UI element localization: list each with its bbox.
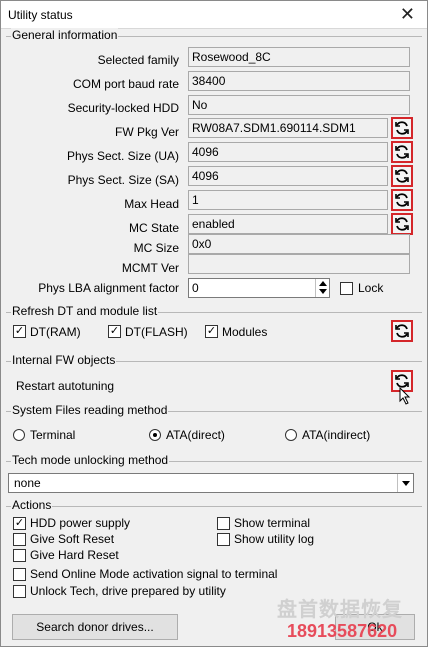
max-head-refresh-button[interactable] <box>391 189 413 211</box>
fw-pkg-label: FW Pkg Ver <box>114 125 179 139</box>
soft-reset-checkbox[interactable] <box>13 533 26 546</box>
actions-title: Actions <box>11 498 53 512</box>
phys-sect-sa-field: 4096 <box>188 166 388 186</box>
phys-sect-ua-refresh-button[interactable] <box>391 141 413 163</box>
restart-autotuning-label: Restart autotuning <box>16 379 115 393</box>
mc-size-label: MC Size <box>133 241 179 255</box>
refresh-icon <box>395 217 409 231</box>
online-mode-label: Send Online Mode activation signal to te… <box>30 567 278 581</box>
unlock-tech-label: Unlock Tech, drive prepared by utility <box>30 584 226 598</box>
dt-flash-label: DT(FLASH) <box>125 325 188 339</box>
arrow-up-icon[interactable] <box>319 281 327 286</box>
close-icon[interactable]: ✕ <box>400 5 415 23</box>
show-terminal-label: Show terminal <box>234 516 311 530</box>
hdd-power-checkbox[interactable]: ✓ <box>13 517 26 530</box>
modules-checkbox[interactable]: ✓ <box>205 325 218 338</box>
tech-mode-title: Tech mode unlocking method <box>11 453 170 467</box>
dt-flash-checkbox[interactable]: ✓ <box>108 325 121 338</box>
refresh-icon <box>395 324 409 338</box>
ata-indirect-radio[interactable] <box>285 429 297 441</box>
security-locked-field: No <box>188 95 410 115</box>
ata-direct-label: ATA(direct) <box>166 428 225 442</box>
show-log-checkbox[interactable] <box>217 533 230 546</box>
hard-reset-checkbox[interactable] <box>13 549 26 562</box>
mc-state-field: enabled <box>188 214 388 234</box>
search-donor-button[interactable]: Search donor drives... <box>12 614 178 640</box>
tech-mode-select[interactable]: none <box>8 473 414 493</box>
terminal-radio[interactable] <box>13 429 25 441</box>
phys-sect-ua-field: 4096 <box>188 142 388 162</box>
lba-align-label: Phys LBA alignment factor <box>38 281 179 295</box>
max-head-label: Max Head <box>124 197 179 211</box>
selected-family-field: Rosewood_8C <box>188 47 410 67</box>
refresh-icon <box>395 145 409 159</box>
utility-status-window: Utility status ✕ General information Sel… <box>0 0 428 647</box>
ata-indirect-label: ATA(indirect) <box>302 428 371 442</box>
dt-ram-label: DT(RAM) <box>30 325 81 339</box>
refresh-icon <box>395 121 409 135</box>
unlock-tech-checkbox[interactable] <box>13 585 26 598</box>
soft-reset-label: Give Soft Reset <box>30 532 115 546</box>
refresh-icon <box>395 193 409 207</box>
phys-sect-sa-label: Phys Sect. Size (SA) <box>67 173 179 187</box>
window-title: Utility status <box>8 8 73 22</box>
hdd-power-label: HDD power supply <box>30 516 131 530</box>
spinner-arrows[interactable] <box>315 279 329 297</box>
selected-family-label: Selected family <box>97 53 179 67</box>
com-baud-label: COM port baud rate <box>72 77 179 91</box>
general-information-title: General information <box>11 28 119 42</box>
internal-fw-title: Internal FW objects <box>11 353 117 367</box>
watermark-phone: 18913587620 <box>287 621 398 641</box>
max-head-field: 1 <box>188 190 388 210</box>
ata-direct-radio[interactable] <box>149 429 161 441</box>
chevron-down-icon[interactable] <box>397 474 413 492</box>
refresh-dt-button[interactable] <box>391 320 413 342</box>
dt-ram-checkbox[interactable]: ✓ <box>13 325 26 338</box>
refresh-dt-title: Refresh DT and module list <box>11 304 159 318</box>
system-files-title: System Files reading method <box>11 403 169 417</box>
mouse-cursor-icon <box>399 387 411 405</box>
fw-pkg-field: RW08A7.SDM1.690114.SDM1 <box>188 118 388 138</box>
mc-size-field: 0x0 <box>188 234 410 254</box>
arrow-down-icon[interactable] <box>319 289 327 294</box>
phys-sect-ua-label: Phys Sect. Size (UA) <box>66 149 179 163</box>
modules-label: Modules <box>222 325 268 339</box>
mc-state-refresh-button[interactable] <box>391 213 413 235</box>
fw-pkg-refresh-button[interactable] <box>391 117 413 139</box>
mcmt-ver-label: MCMT Ver <box>121 261 179 275</box>
lock-label: Lock <box>358 281 384 295</box>
mcmt-ver-field <box>188 254 410 274</box>
show-terminal-checkbox[interactable] <box>217 517 230 530</box>
watermark-brand: 盘首数据恢复 <box>277 599 403 621</box>
security-locked-label: Security-locked HDD <box>67 101 179 115</box>
mc-state-label: MC State <box>128 221 179 235</box>
lock-checkbox[interactable] <box>340 282 353 295</box>
terminal-radio-label: Terminal <box>30 428 76 442</box>
tech-mode-value: none <box>14 476 41 490</box>
lba-align-value: 0 <box>192 281 199 295</box>
online-mode-checkbox[interactable] <box>13 568 26 581</box>
show-log-label: Show utility log <box>234 532 315 546</box>
com-baud-field: 38400 <box>188 71 410 91</box>
title-bar: Utility status ✕ <box>1 1 427 29</box>
phys-sect-sa-refresh-button[interactable] <box>391 165 413 187</box>
lba-align-spinner[interactable]: 0 <box>188 278 330 298</box>
hard-reset-label: Give Hard Reset <box>30 548 119 562</box>
refresh-icon <box>395 169 409 183</box>
